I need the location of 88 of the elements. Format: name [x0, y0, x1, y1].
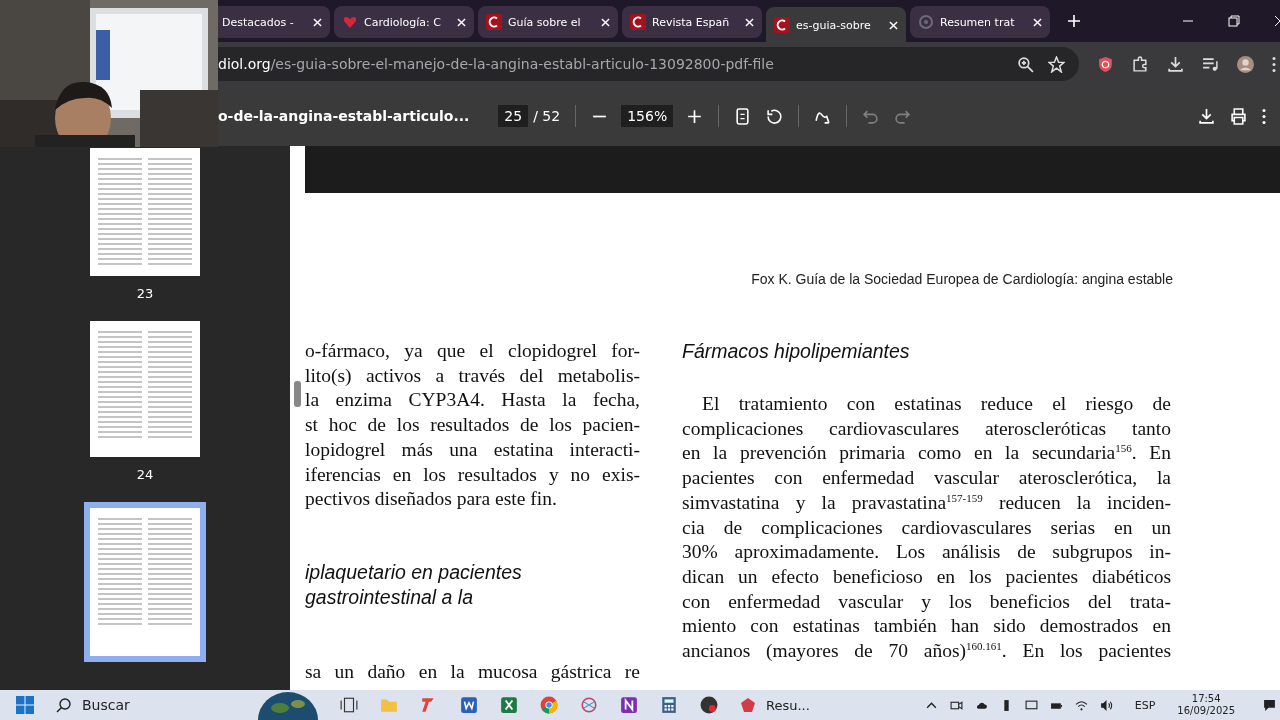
word-icon[interactable]	[460, 696, 478, 714]
scrollbar[interactable]	[290, 146, 305, 690]
download-icon[interactable]	[1167, 55, 1184, 73]
browser-tab[interactable]: Resumen trat	[910, 6, 1050, 38]
text-line: miento con estatinas también han sido demostrados en	[682, 614, 1171, 639]
close-icon[interactable]	[1033, 17, 1042, 27]
page-count: / 52	[533, 108, 561, 124]
search-field[interactable]: Buscar	[56, 697, 236, 713]
heart-icon	[342, 14, 358, 30]
more-icon[interactable]	[1262, 107, 1266, 125]
page-number: 23	[136, 286, 154, 301]
text-line: lopidogrel más una estatina interacti-	[305, 437, 640, 462]
chrome-icon[interactable]	[540, 696, 558, 714]
search-icon	[56, 697, 72, 713]
network-app-icon[interactable]	[580, 696, 598, 714]
journal-logo-icon	[630, 14, 646, 30]
section-heading: Fármacos hipolipemiantes	[682, 339, 911, 364]
star-icon[interactable]	[1048, 55, 1065, 73]
browser-tab[interactable]: Revista Españ	[622, 6, 762, 38]
zoom-icon[interactable]	[1017, 55, 1034, 73]
new-tab-icon[interactable]	[1068, 15, 1080, 27]
display-icon[interactable]	[1024, 698, 1038, 712]
text-line: en la prevención primaria como en la secundaria$^{156}$. En	[682, 441, 1171, 466]
text-line: complicaciones cardiovasculares ateroscleróticas tanto	[682, 416, 1171, 441]
text-line: sa un daño en la mucosa gástrica re	[305, 659, 640, 684]
task-view-icon[interactable]	[340, 696, 358, 714]
excel-icon[interactable]	[500, 696, 518, 714]
text-line: 30% aproximadamente. Los análisis de subgrupos in-	[682, 540, 1171, 565]
text-line: pacientes con enfermedad vascular aterosclerótica, la	[682, 466, 1171, 491]
text-line: o-fármaco, ya que el clopidogrel for-	[305, 339, 640, 363]
app-logo-icon	[740, 697, 756, 713]
calculator-icon[interactable]	[660, 696, 678, 714]
browser-tab[interactable]: es-guia-sobre	[766, 7, 906, 43]
running-head: Fox K. Guía de la Sociedad Europea de Cardiología: angina estable	[750, 271, 1173, 287]
close-icon[interactable]	[313, 17, 322, 27]
page-thumbnail[interactable]	[90, 321, 200, 457]
zoom-field[interactable]: 156%	[621, 105, 674, 127]
swirl-icon	[918, 14, 934, 30]
language-indicator[interactable]: ESP	[1134, 698, 1156, 712]
close-icon[interactable]	[457, 17, 466, 27]
text-line: El tratamiento con estatinas reduce el riesgo de	[701, 392, 1171, 416]
browser-tab[interactable]: Cardiología: C	[334, 6, 474, 38]
section-heading: iplaquetario en pacientes	[305, 559, 523, 585]
journal-logo-icon	[486, 14, 502, 30]
notification-icon[interactable]	[1263, 698, 1276, 712]
clock-time[interactable]: 17:54	[1191, 693, 1221, 705]
text-line: con enfermedad vascular y los beneficios del trata-	[682, 589, 1171, 614]
close-icon[interactable]	[601, 17, 610, 27]
shield-icon[interactable]	[1097, 55, 1114, 73]
browser-tab[interactable]: Destacados -	[218, 6, 330, 38]
text-line: ancianos (mayores de 70 años)$^{160.161}$. En los pacientes	[682, 639, 1171, 664]
text-line: simvastatina y la pravastatina$^{157-159}$ reducen la inciden-	[682, 490, 1171, 515]
clock-date[interactable]: 16/09/2025	[1177, 705, 1235, 717]
rotate-icon[interactable]	[766, 107, 784, 125]
volume-icon[interactable]	[1099, 698, 1113, 712]
text-line: dican un efecto beneficioso en los pacientes diabéticos	[682, 564, 1171, 589]
journal-logo-icon	[774, 17, 790, 33]
page-thumbnail[interactable]	[84, 502, 206, 662]
camera-icon[interactable]	[949, 698, 963, 712]
restore-icon[interactable]	[1228, 15, 1240, 27]
browser-tab[interactable]: Guía sobre el	[478, 6, 618, 38]
more-icon[interactable]	[1272, 55, 1276, 73]
text-line: iferencias en los resultados y no exis-	[305, 462, 640, 487]
page-thumbnail[interactable]	[90, 148, 200, 276]
text-line: lito(s) activos a través del metabolis-	[305, 363, 640, 388]
close-icon[interactable]	[889, 20, 898, 30]
address-field[interactable]: diol.org/es-guia-sobre-el-manejo-de-la-angina-establ-articulo-13092800-pdf-file	[218, 47, 1079, 81]
start-icon[interactable]	[16, 696, 34, 714]
page-number-field[interactable]: 25	[498, 105, 529, 127]
section-heading: gastrointestinal a la	[305, 584, 475, 610]
media-list-icon[interactable]	[1202, 55, 1219, 73]
text-line: cia de complicaciones cardiovasculares serias en un	[682, 515, 1171, 540]
page-number: 24	[136, 467, 154, 482]
close-icon[interactable]	[745, 17, 754, 27]
fit-page-icon[interactable]	[734, 107, 752, 125]
puzzle-icon[interactable]	[1132, 55, 1149, 73]
text-line: st hoc de los resultados de los pacien-	[305, 413, 640, 438]
globe-icon[interactable]	[258, 690, 318, 720]
print-icon[interactable]	[1230, 107, 1247, 125]
taskbar-app[interactable]: Resu...	[740, 697, 810, 713]
text-line: pectivos diseñados para este fin.	[305, 487, 558, 512]
record-icon[interactable]	[700, 696, 718, 714]
wifi-icon[interactable]	[1074, 698, 1088, 712]
avatar-icon[interactable]	[1237, 55, 1254, 73]
text-line: la enzima CYP3A4. Hasta la fecha,	[305, 388, 640, 413]
zoom-in-icon[interactable]	[686, 107, 704, 125]
onenote-icon[interactable]	[620, 696, 638, 714]
document-title: o-de-la-angina-establ-articulo...	[218, 108, 470, 124]
